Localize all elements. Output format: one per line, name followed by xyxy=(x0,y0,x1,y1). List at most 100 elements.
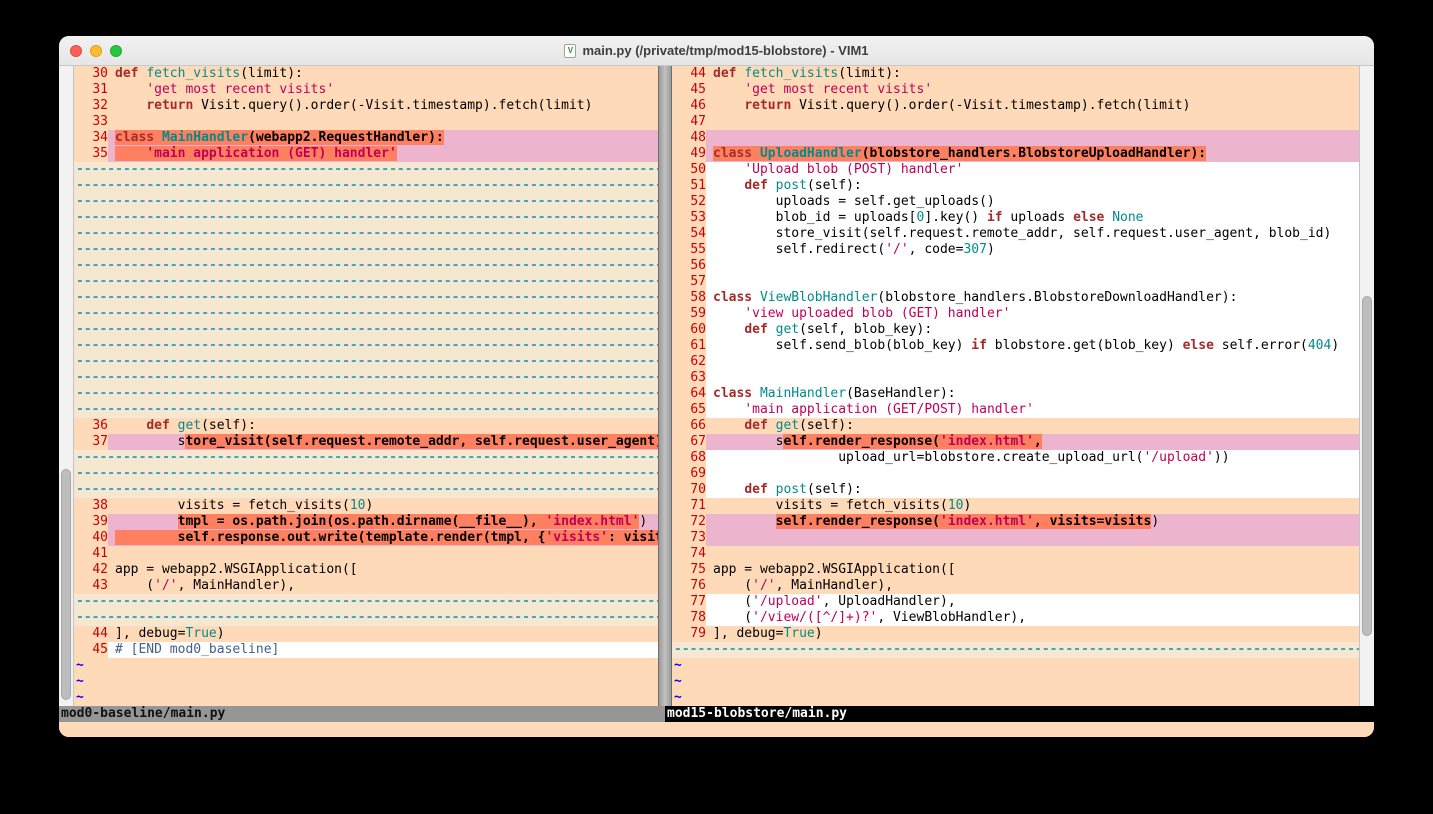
code-line: store_visit(self.request.remote_addr, se… xyxy=(706,226,1359,242)
tilde-row: ~ xyxy=(74,690,658,706)
left-scrollbar-thumb[interactable] xyxy=(61,469,71,699)
code-line xyxy=(706,114,1359,130)
code-line: class MainHandler(BaseHandler): xyxy=(706,386,1359,402)
code-line: 'Upload blob (POST) handler' xyxy=(706,162,1359,178)
code-row: 57 xyxy=(672,274,1359,290)
code-line xyxy=(108,114,658,130)
code-row: 72 self.render_response('index.html', vi… xyxy=(672,514,1359,530)
code-line: 'get most recent visits' xyxy=(108,82,658,98)
nontext-tilde: ~ xyxy=(74,690,84,706)
code-line: ], debug=True) xyxy=(706,626,1359,642)
window-controls xyxy=(70,36,122,65)
diff-filler-row: ----------------------------------------… xyxy=(74,290,658,306)
titlebar[interactable]: V main.py (/private/tmp/mod15-blobstore)… xyxy=(59,36,1374,66)
line-number: 51 xyxy=(672,178,706,194)
diff-filler-row: ----------------------------------------… xyxy=(74,322,658,338)
diff-filler-dashes: ----------------------------------------… xyxy=(76,466,658,482)
vim-window: V main.py (/private/tmp/mod15-blobstore)… xyxy=(59,36,1374,737)
diff-filler-dashes: ----------------------------------------… xyxy=(76,194,658,210)
code-row: 76 ('/', MainHandler), xyxy=(672,578,1359,594)
code-line: blob_id = uploads[0].key() if uploads el… xyxy=(706,210,1359,226)
line-number: 64 xyxy=(672,386,706,402)
line-number: 43 xyxy=(74,578,108,594)
code-line: store_visit(self.request.remote_addr, se… xyxy=(108,434,658,450)
line-number: 58 xyxy=(672,290,706,306)
code-line: app = webapp2.WSGIApplication([ xyxy=(108,562,658,578)
diff-filler-dashes: ----------------------------------------… xyxy=(76,482,658,498)
code-row: 54 store_visit(self.request.remote_addr,… xyxy=(672,226,1359,242)
code-line: visits = fetch_visits(10) xyxy=(108,498,658,514)
diff-filler-row: ----------------------------------------… xyxy=(74,274,658,290)
code-row: 68 upload_url=blobstore.create_upload_ur… xyxy=(672,450,1359,466)
zoom-button[interactable] xyxy=(110,45,122,57)
left-scrollbar[interactable] xyxy=(59,66,74,706)
line-number: 44 xyxy=(672,66,706,82)
diff-filler-dashes: ----------------------------------------… xyxy=(76,354,658,370)
diff-filler-dashes: ----------------------------------------… xyxy=(76,338,658,354)
line-number: 65 xyxy=(672,402,706,418)
right-scrollbar[interactable] xyxy=(1359,66,1374,706)
status-row: mod0-baseline/main.py mod15-blobstore/ma… xyxy=(59,706,1374,722)
code-row: 70 def post(self): xyxy=(672,482,1359,498)
code-line: 'main application (GET) handler' xyxy=(108,146,658,162)
code-row: 63 xyxy=(672,370,1359,386)
diff-filler-dashes: ----------------------------------------… xyxy=(76,610,658,626)
code-row: 37 store_visit(self.request.remote_addr,… xyxy=(74,434,658,450)
line-number: 57 xyxy=(672,274,706,290)
line-number: 31 xyxy=(74,82,108,98)
line-number: 53 xyxy=(672,210,706,226)
code-line: 'main application (GET/POST) handler' xyxy=(706,402,1359,418)
code-line xyxy=(706,354,1359,370)
diff-filler-dashes: ----------------------------------------… xyxy=(76,370,658,386)
vim-document-icon: V xyxy=(564,44,576,58)
line-number: 45 xyxy=(672,82,706,98)
diff-filler-row: ----------------------------------------… xyxy=(74,594,658,610)
diff-filler-dashes: ----------------------------------------… xyxy=(76,290,658,306)
code-row: 56 xyxy=(672,258,1359,274)
code-row: 35 'main application (GET) handler' xyxy=(74,146,658,162)
right-editor-pane[interactable]: 44def fetch_visits(limit):45 'get most r… xyxy=(672,66,1359,706)
code-line: self.response.out.write(template.render(… xyxy=(108,530,658,546)
line-number: 63 xyxy=(672,370,706,386)
diff-filler-dashes: ----------------------------------------… xyxy=(76,594,658,610)
code-row: 38 visits = fetch_visits(10) xyxy=(74,498,658,514)
diff-filler-dashes: ----------------------------------------… xyxy=(76,386,658,402)
window-title: main.py (/private/tmp/mod15-blobstore) -… xyxy=(582,43,868,58)
split-divider[interactable] xyxy=(658,66,672,706)
code-line: def post(self): xyxy=(706,178,1359,194)
code-row: 75app = webapp2.WSGIApplication([ xyxy=(672,562,1359,578)
code-row: 45# [END mod0_baseline] xyxy=(74,642,658,658)
code-line: return Visit.query().order(-Visit.timest… xyxy=(108,98,658,114)
left-pane-rows: 30def fetch_visits(limit):31 'get most r… xyxy=(74,66,658,706)
line-number: 79 xyxy=(672,626,706,642)
code-row: 34class MainHandler(webapp2.RequestHandl… xyxy=(74,130,658,146)
right-status-line: mod15-blobstore/main.py xyxy=(665,706,1374,722)
close-button[interactable] xyxy=(70,45,82,57)
left-editor-pane[interactable]: 30def fetch_visits(limit):31 'get most r… xyxy=(74,66,658,706)
line-number: 42 xyxy=(74,562,108,578)
nontext-tilde: ~ xyxy=(74,674,84,690)
minimize-button[interactable] xyxy=(90,45,102,57)
line-number: 52 xyxy=(672,194,706,210)
diff-filler-row: ----------------------------------------… xyxy=(74,466,658,482)
diff-filler-row: ----------------------------------------… xyxy=(74,450,658,466)
code-row: 61 self.send_blob(blob_key) if blobstore… xyxy=(672,338,1359,354)
line-number: 56 xyxy=(672,258,706,274)
code-row: 69 xyxy=(672,466,1359,482)
code-row: 77 ('/upload', UploadHandler), xyxy=(672,594,1359,610)
right-scrollbar-thumb[interactable] xyxy=(1362,296,1372,635)
code-row: 62 xyxy=(672,354,1359,370)
code-row: 48 xyxy=(672,130,1359,146)
line-number: 66 xyxy=(672,418,706,434)
code-row: 36 def get(self): xyxy=(74,418,658,434)
code-line: 'view uploaded blob (GET) handler' xyxy=(706,306,1359,322)
code-row: 44def fetch_visits(limit): xyxy=(672,66,1359,82)
line-number: 45 xyxy=(74,642,108,658)
code-line: # [END mod0_baseline] xyxy=(108,642,658,658)
line-number: 71 xyxy=(672,498,706,514)
line-number: 76 xyxy=(672,578,706,594)
code-row: 30def fetch_visits(limit): xyxy=(74,66,658,82)
diff-filler-dashes: ----------------------------------------… xyxy=(76,306,658,322)
diff-filler-dashes: ----------------------------------------… xyxy=(76,322,658,338)
command-line xyxy=(59,722,1374,737)
